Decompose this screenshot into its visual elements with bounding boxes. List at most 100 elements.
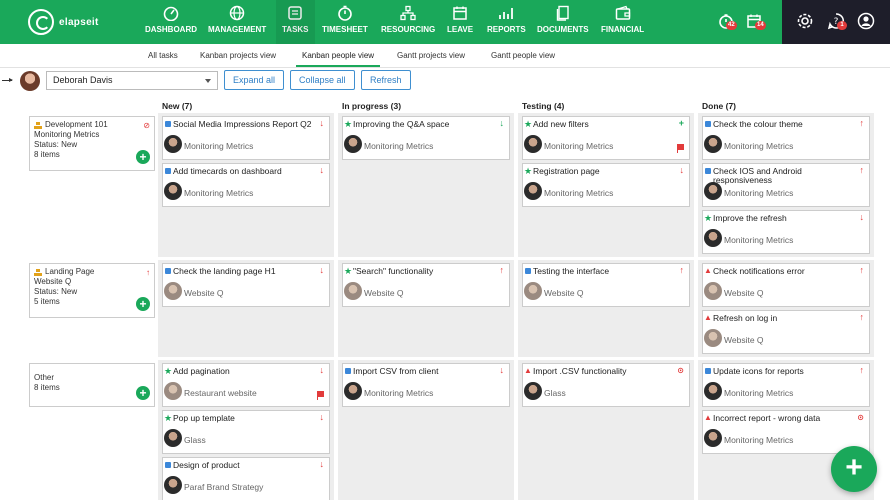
task-type-icon xyxy=(525,268,531,274)
elapseit-logo[interactable]: elapseit xyxy=(28,9,118,35)
blocked-icon: ⊙ xyxy=(857,413,864,422)
tab-gantt-projects[interactable]: Gantt projects view xyxy=(397,51,465,60)
story-icon: ★ xyxy=(524,166,533,176)
task-card[interactable]: ▲ Import .CSV functionality ⊙ Glass xyxy=(522,363,690,407)
avatar xyxy=(164,135,182,153)
priority-high-icon: ↑ xyxy=(859,312,865,322)
tasks-icon xyxy=(286,4,304,22)
user-select[interactable]: Deborah Davis xyxy=(46,71,218,90)
priority-low-icon: + xyxy=(678,118,684,128)
nav-tasks[interactable]: TASKS xyxy=(276,0,314,44)
story-icon: ★ xyxy=(704,213,713,223)
task-card[interactable]: ★ Improve the refresh ↓ Monitoring Metri… xyxy=(702,210,870,254)
logo-text: elapseit xyxy=(59,16,99,28)
flag-icon xyxy=(677,144,684,153)
add-task-button[interactable]: + xyxy=(136,297,150,311)
settings-button[interactable] xyxy=(794,11,816,33)
task-card[interactable]: ★ Pop up template ↓ Glass xyxy=(162,410,330,454)
expand-all-button[interactable]: Expand all xyxy=(224,70,285,90)
nav-timesheet[interactable]: TIMESHEET xyxy=(322,4,368,40)
task-card[interactable]: Design of product ↓ Paraf Brand Strategy xyxy=(162,457,330,500)
task-card[interactable]: Social Media Impressions Report Q2 ↓ Mon… xyxy=(162,116,330,160)
task-card[interactable]: Update icons for reports ↑ Monitoring Me… xyxy=(702,363,870,407)
logo-icon xyxy=(28,9,54,35)
task-card[interactable]: Check IOS and Android responsiveness ↑ M… xyxy=(702,163,870,207)
task-card[interactable]: ★ Registration page ↓ Monitoring Metrics xyxy=(522,163,690,207)
help-badge: 1 xyxy=(837,21,847,30)
refresh-button[interactable]: Refresh xyxy=(361,70,411,90)
view-tabs: All tasks Kanban projects view Kanban pe… xyxy=(0,44,890,68)
column-header-testing: Testing (4) xyxy=(522,101,565,111)
calendar-badge: 14 xyxy=(755,21,766,30)
collapse-all-button[interactable]: Collapse all xyxy=(290,70,355,90)
blocked-icon: ⊘ xyxy=(143,121,150,130)
nav-resourcing[interactable]: RESOURCING xyxy=(381,4,435,40)
task-type-icon xyxy=(165,268,171,274)
reports-icon xyxy=(497,4,515,22)
priority-high-icon: ↓ xyxy=(319,165,325,175)
nav-reports[interactable]: REPORTS xyxy=(487,4,526,40)
task-card[interactable]: Check the landing page H1 ↓ Website Q xyxy=(162,263,330,307)
task-card[interactable]: ★ Improving the Q&A space ↓ Monitoring M… xyxy=(342,116,510,160)
add-task-button[interactable]: + xyxy=(136,150,150,164)
tab-kanban-projects[interactable]: Kanban projects view xyxy=(200,51,276,60)
task-card[interactable]: ▲ Check notifications error ↑ Website Q xyxy=(702,263,870,307)
priority-high-icon: ↓ xyxy=(319,365,325,375)
task-card[interactable]: Add timecards on dashboard ↓ Monitoring … xyxy=(162,163,330,207)
priority-high-icon: ↑ xyxy=(146,268,150,277)
nav-management[interactable]: MANAGEMENT xyxy=(208,4,266,40)
priority-high-icon: ↑ xyxy=(859,265,865,275)
lane-header-other[interactable]: Other 8 items + xyxy=(29,363,155,407)
task-type-icon xyxy=(705,121,711,127)
globe-icon xyxy=(228,4,246,22)
user-select-value: Deborah Davis xyxy=(53,75,113,85)
add-fab-button[interactable]: + xyxy=(831,446,877,492)
priority-high-icon: ↑ xyxy=(859,118,865,128)
task-type-icon xyxy=(705,168,711,174)
wallet-icon xyxy=(614,4,632,22)
task-card[interactable]: ★ Add pagination ↓ Restaurant website xyxy=(162,363,330,407)
priority-high-icon: ↓ xyxy=(679,165,685,175)
priority-high-icon: ↓ xyxy=(859,212,865,222)
avatar xyxy=(164,382,182,400)
task-card[interactable]: Testing the interface ↑ Website Q xyxy=(522,263,690,307)
nav-financial[interactable]: FINANCIAL xyxy=(601,4,644,40)
avatar xyxy=(344,282,362,300)
lane-header-landing-page[interactable]: Landing Page Website Q Status: New 5 ite… xyxy=(29,263,155,318)
calendar-button[interactable]: 14 xyxy=(743,11,766,33)
nav-documents[interactable]: DOCUMENTS xyxy=(537,4,589,40)
flag-icon xyxy=(317,391,324,400)
task-card[interactable]: ▲ Refresh on log in ↑ Website Q xyxy=(702,310,870,354)
nav-leave[interactable]: LEAVE xyxy=(447,4,473,40)
resourcing-icon xyxy=(399,4,417,22)
task-card[interactable]: ★ Add new filters + Monitoring Metrics xyxy=(522,116,690,160)
priority-high-icon: ↓ xyxy=(319,459,325,469)
priority-high-icon: ↑ xyxy=(499,265,505,275)
back-arrow-icon[interactable] xyxy=(2,78,13,82)
tab-gantt-people[interactable]: Gantt people view xyxy=(491,51,555,60)
timer-button[interactable]: 42 xyxy=(715,11,737,33)
priority-high-icon: ↓ xyxy=(319,265,325,275)
column-header-in-progress: In progress (3) xyxy=(342,101,402,111)
tab-kanban-people[interactable]: Kanban people view xyxy=(295,51,381,67)
task-card[interactable]: Import CSV from client ↓ Monitoring Metr… xyxy=(342,363,510,407)
avatar xyxy=(20,71,40,91)
task-card[interactable]: ★ "Search" functionality ↑ Website Q xyxy=(342,263,510,307)
top-navigation: elapseit DASHBOARD MANAGEMENT TASKS TIME… xyxy=(0,0,890,44)
profile-button[interactable] xyxy=(855,11,877,33)
lane-header-development-101[interactable]: Development 101 Monitoring Metrics Statu… xyxy=(29,116,155,171)
add-task-button[interactable]: + xyxy=(136,386,150,400)
task-card[interactable]: Check the colour theme ↑ Monitoring Metr… xyxy=(702,116,870,160)
timer-badge: 42 xyxy=(726,21,737,30)
column-header-done: Done (7) xyxy=(702,101,736,111)
task-type-icon xyxy=(165,121,171,127)
avatar xyxy=(524,182,542,200)
help-button[interactable]: ? 1 xyxy=(825,11,847,33)
nav-dashboard[interactable]: DASHBOARD xyxy=(145,4,197,40)
avatar xyxy=(704,229,722,247)
blocked-icon: ⊙ xyxy=(677,366,684,375)
bug-icon: ▲ xyxy=(704,413,712,422)
bug-icon: ▲ xyxy=(704,266,712,275)
tab-all-tasks[interactable]: All tasks xyxy=(148,51,178,60)
avatar xyxy=(704,182,722,200)
